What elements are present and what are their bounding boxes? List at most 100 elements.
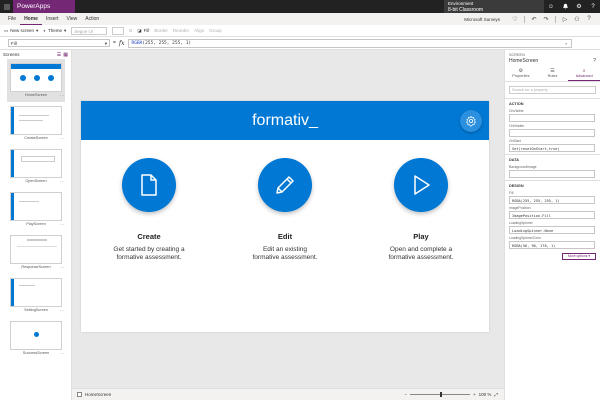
tab-rules[interactable]: ☰ Rules	[537, 67, 569, 81]
font-select[interactable]: Segoe UI	[71, 26, 108, 35]
zoom-control: − + 100 % ⤢	[404, 392, 504, 397]
onvisible-field[interactable]	[509, 114, 595, 122]
edit-desc-line-2: formative assessment.	[252, 254, 318, 261]
app-home-screen[interactable]: formativ_ Create Get started by creating…	[81, 101, 489, 332]
edit-button[interactable]	[258, 158, 312, 212]
app-name[interactable]: PowerApps	[13, 0, 75, 13]
thumbnail-sidebar	[11, 107, 14, 134]
font-size-input[interactable]	[112, 26, 125, 35]
onhidden-field[interactable]	[509, 129, 595, 137]
menu-insert[interactable]: Insert	[42, 13, 63, 25]
smiley-icon[interactable]: ☺	[544, 0, 558, 13]
menu-view[interactable]: View	[62, 13, 81, 25]
help-icon[interactable]: ?	[586, 0, 600, 13]
create-description: Get started by creating a formative asse…	[99, 246, 199, 262]
tab-advanced[interactable]: ⌕ Advanced	[568, 67, 600, 81]
formula-bar: Fill ▾ = fx RGBA(255, 255, 255, 1) ⌄	[0, 37, 600, 50]
redo-icon[interactable]: ↷	[541, 16, 551, 23]
more-options-button[interactable]: More options ▾	[562, 253, 596, 260]
gear-icon[interactable]: ⚙	[572, 0, 586, 13]
settings-button[interactable]	[460, 110, 482, 132]
fit-to-window-icon[interactable]: ⤢	[494, 392, 498, 397]
thumbnail-frame	[10, 235, 62, 264]
help-question-icon[interactable]: ?	[584, 16, 594, 22]
app-launcher-button[interactable]	[0, 0, 13, 13]
screen-thumbnail-open[interactable]: OpenScreen ···	[7, 145, 65, 188]
more-options-icon[interactable]: ···	[60, 351, 64, 356]
create-desc-line-2: formative assessment.	[116, 254, 182, 261]
fill-field[interactable]: RGBA(255, 255, 255, 1)	[509, 196, 595, 204]
more-options-icon[interactable]: ···	[60, 308, 64, 313]
thumbnail-circle	[34, 75, 40, 81]
create-button[interactable]	[122, 158, 176, 212]
property-select[interactable]: Fill ▾	[8, 39, 110, 47]
imageposition-label: ImagePosition	[509, 206, 531, 210]
thumbnail-header	[11, 64, 61, 69]
new-screen-button[interactable]: ▭ New screen ▾	[4, 28, 38, 34]
screen-thumbnail-play[interactable]: PlayScreen ···	[7, 188, 65, 231]
zoom-slider[interactable]	[409, 392, 470, 397]
formula-text: RGBA(255, 255, 255, 1)	[132, 41, 192, 46]
screen-thumbnail-setting[interactable]: SettingScreen ···	[7, 274, 65, 317]
more-options-icon[interactable]: ···	[60, 265, 64, 270]
tab-properties[interactable]: ⚙ Properties	[505, 67, 537, 81]
screen-checkbox[interactable]	[77, 392, 82, 397]
onstart-field[interactable]: Set(resetOnStart,true)	[509, 144, 595, 152]
app-checker-icon[interactable]: ♡	[510, 16, 520, 23]
thumbnail-line	[19, 201, 39, 202]
selected-name[interactable]: HomeScreen	[509, 58, 538, 64]
zoom-out-icon[interactable]: −	[404, 392, 407, 397]
tab-label: Properties	[512, 74, 530, 78]
thumbnail-frame	[10, 321, 62, 350]
list-view-icon[interactable]: ☰	[57, 52, 61, 58]
undo-icon[interactable]: ↶	[529, 16, 539, 23]
play-desc-line-1: Open and complete a	[389, 246, 453, 253]
bold-button[interactable]: B	[129, 28, 132, 33]
fx-icon[interactable]: fx	[119, 40, 125, 47]
zoom-in-icon[interactable]: +	[473, 392, 476, 397]
more-options-icon[interactable]: ···	[60, 93, 64, 98]
thumbnail-sidebar	[11, 150, 14, 177]
spinnercolor-field[interactable]: RGBA(56, 96, 178, 1)	[509, 241, 595, 249]
help-icon[interactable]: ?	[593, 58, 596, 64]
chevron-down-icon[interactable]: ⌄	[565, 41, 568, 46]
theme-button[interactable]: ◐ Theme ▾	[43, 28, 66, 34]
play-preview-icon[interactable]: ▷	[560, 16, 570, 23]
imageposition-field[interactable]: ImagePosition.Fill	[509, 211, 595, 219]
thumbnail-frame	[10, 106, 62, 135]
border-button[interactable]: Border	[154, 28, 168, 33]
person-icon[interactable]: ⚇	[572, 16, 582, 23]
loadingspinner-field[interactable]: LoadingSpinner.None	[509, 226, 595, 234]
bgimage-label: BackgroundImage	[509, 165, 537, 169]
canvas[interactable]: formativ_ Create Get started by creating…	[72, 50, 504, 388]
align-button[interactable]: Align	[194, 28, 204, 33]
screen-thumbnail-create[interactable]: CreateScreen ···	[7, 102, 65, 145]
formula-input[interactable]: RGBA(255, 255, 255, 1) ⌄	[127, 38, 572, 48]
more-options-icon[interactable]: ···	[60, 222, 64, 227]
zoom-slider-handle[interactable]	[439, 392, 442, 397]
bgimage-field[interactable]	[509, 170, 595, 178]
play-button[interactable]	[394, 158, 448, 212]
environment-picker[interactable]: Environment 8-bit Classroom	[444, 0, 544, 13]
environment-label: Environment	[448, 0, 474, 6]
bell-icon[interactable]	[558, 0, 572, 13]
reorder-button[interactable]: Reorder	[173, 28, 189, 33]
menu-home[interactable]: Home	[20, 13, 42, 25]
menu-action[interactable]: Action	[81, 13, 103, 25]
screen-thumbnail-success[interactable]: SuccessScreen ···	[7, 317, 65, 360]
fill-button[interactable]: ◪ Fill	[137, 28, 149, 34]
property-name: Fill	[11, 41, 17, 46]
property-search-input[interactable]: Search for a property	[509, 86, 596, 94]
more-options-icon[interactable]: ···	[60, 136, 64, 141]
new-screen-label: New screen	[10, 28, 35, 33]
group-button[interactable]: Group	[209, 28, 222, 33]
menu-file[interactable]: File	[4, 13, 20, 25]
edit-action[interactable]: Edit Edit an existing formative assessme…	[235, 158, 335, 262]
grid-view-icon[interactable]: ▦	[63, 52, 68, 58]
section-design: DESIGN	[505, 180, 600, 189]
create-action[interactable]: Create Get started by creating a formati…	[99, 158, 199, 262]
play-action[interactable]: Play Open and complete a formative asses…	[371, 158, 471, 262]
more-options-icon[interactable]: ···	[60, 179, 64, 184]
screen-thumbnail-home[interactable]: HomeScreen ···	[7, 59, 65, 102]
screen-thumbnail-response[interactable]: ResponseScreen ···	[7, 231, 65, 274]
